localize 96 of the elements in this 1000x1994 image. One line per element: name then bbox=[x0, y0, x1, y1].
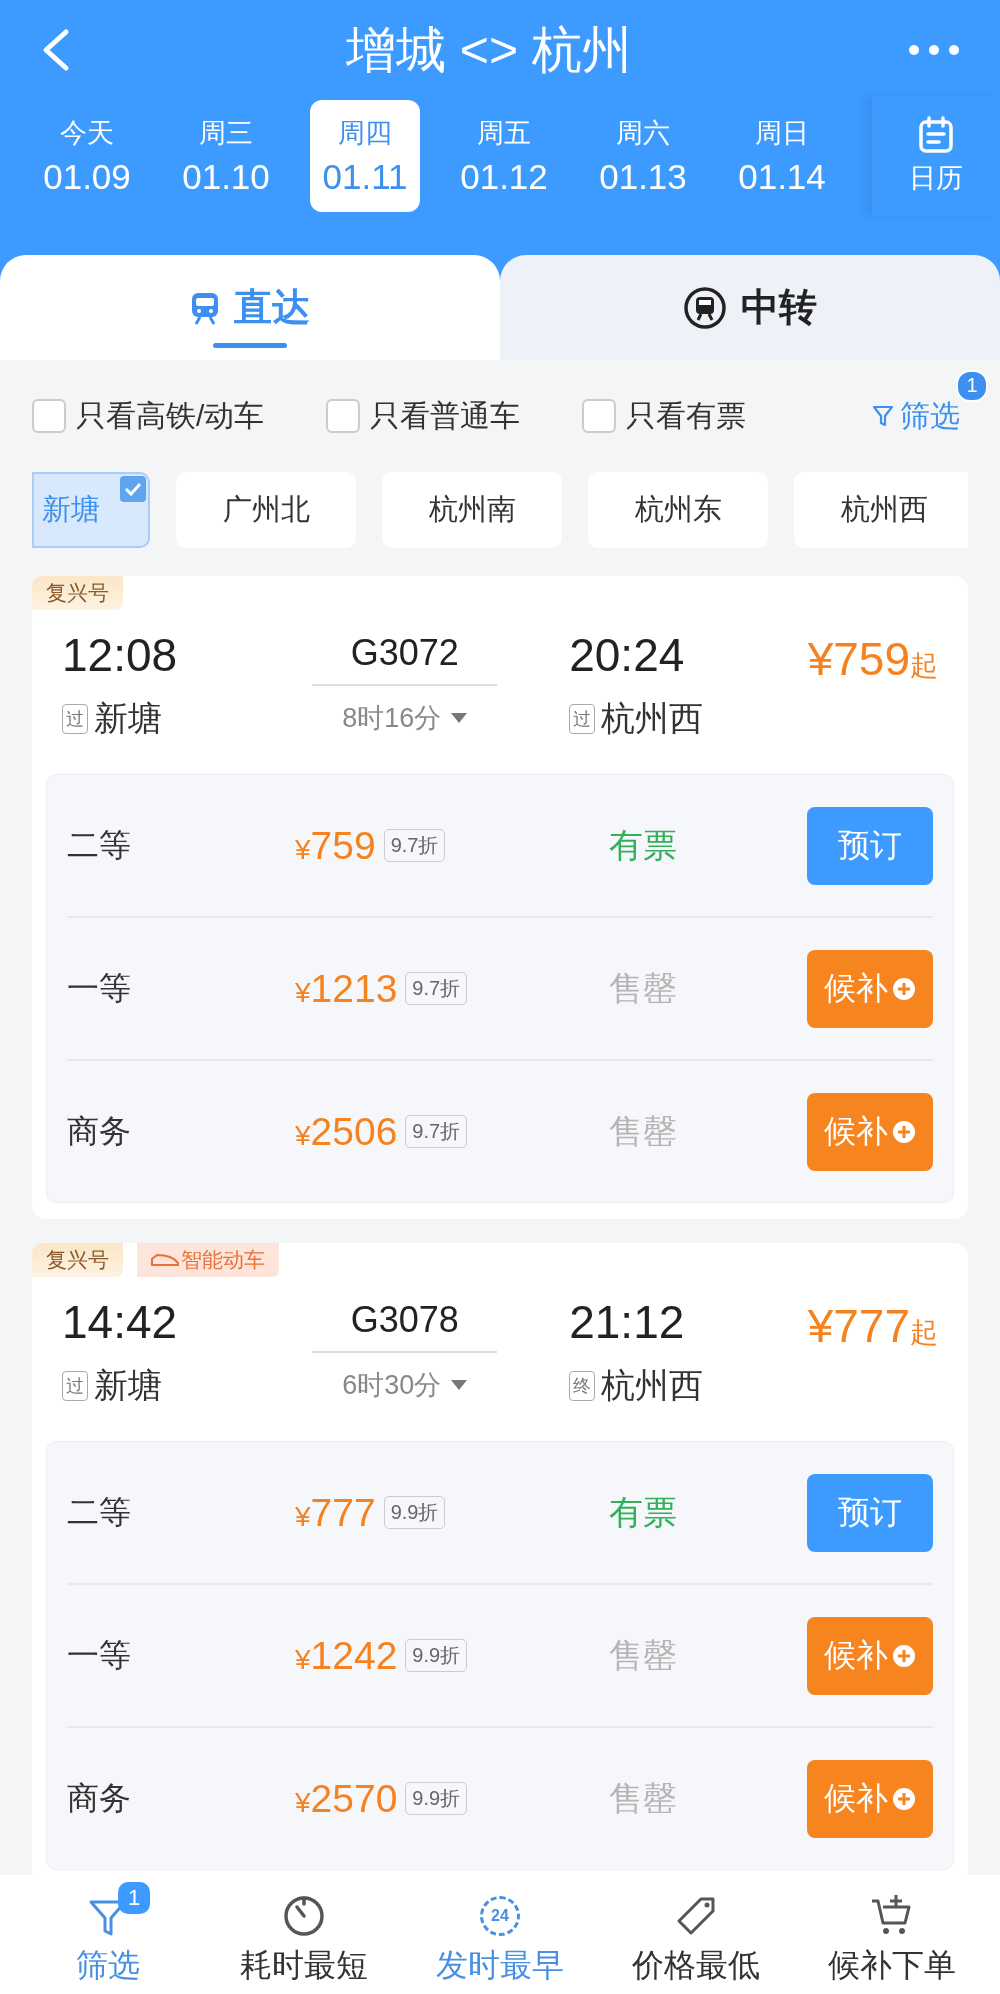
lowest-price: ¥777起 bbox=[807, 1299, 938, 1353]
bottom-tab[interactable]: 耗时最短 bbox=[214, 1875, 394, 1994]
date-tab[interactable]: 周五 01.12 bbox=[449, 100, 559, 212]
calendar-button[interactable]: 日历 bbox=[872, 96, 1000, 216]
ticket-status: 有票 bbox=[609, 824, 677, 866]
transfer-icon bbox=[683, 285, 727, 330]
discount-tag: 9.9折 bbox=[405, 1782, 468, 1815]
train-card[interactable]: 复兴号 智能动车 14:42 过 新塘 G3078 6时30分 21:12 终 杭州西 ¥777起 二等 ¥777 9.9折 有票 预订 一等 ¥1242 9.9折 售罄 候补 商务 ¥2570 9.9折 售罄 候补 bbox=[32, 1243, 968, 1875]
plus-icon bbox=[892, 976, 916, 1001]
discount-tag: 9.7折 bbox=[405, 972, 468, 1005]
discount-tag: 9.9折 bbox=[383, 1496, 446, 1529]
waitlist-button[interactable]: 候补 bbox=[807, 1092, 933, 1171]
seat-price: ¥1213 bbox=[295, 966, 398, 1011]
dropdown-icon bbox=[451, 1380, 468, 1390]
duration-dropdown[interactable]: 8时16分 bbox=[342, 700, 468, 736]
departure-station: 新塘 bbox=[94, 1365, 162, 1406]
station-mark: 终 bbox=[569, 1371, 596, 1401]
clock-icon: 24 bbox=[480, 1896, 520, 1936]
date-tab[interactable]: 周四 01.11 bbox=[310, 100, 420, 212]
arrival-time: 21:12 bbox=[569, 1295, 686, 1350]
stopwatch-icon bbox=[282, 1894, 326, 1938]
page-title: 增城 <> 杭州 bbox=[345, 20, 633, 80]
date-tab[interactable]: 周三 01.10 bbox=[171, 100, 281, 212]
book-button[interactable]: 预订 bbox=[807, 806, 933, 885]
ticket-status: 有票 bbox=[609, 1491, 677, 1533]
filter-checkbox[interactable]: 只看高铁/动车 bbox=[32, 395, 265, 437]
train-icon bbox=[190, 290, 220, 325]
seat-price: ¥777 bbox=[295, 1490, 376, 1535]
train-tag: 复兴号 bbox=[32, 576, 123, 610]
station-chip[interactable]: 杭州南 bbox=[382, 472, 562, 548]
seat-class: 一等 bbox=[67, 968, 132, 1008]
date-tab[interactable]: 周六 01.13 bbox=[588, 100, 698, 212]
dropdown-icon bbox=[451, 713, 468, 723]
count-badge: 1 bbox=[118, 1882, 150, 1914]
departure-time: 12:08 bbox=[62, 628, 179, 683]
mode-tab[interactable]: 直达 bbox=[0, 255, 500, 360]
plus-icon bbox=[892, 1786, 916, 1811]
date-tab[interactable]: 周日 01.14 bbox=[727, 100, 837, 212]
mode-tab[interactable]: 中转 bbox=[500, 255, 1000, 360]
station-chip[interactable]: 广州北 bbox=[176, 472, 356, 548]
ticket-status: 售罄 bbox=[609, 1634, 677, 1676]
seat-class: 商务 bbox=[67, 1111, 132, 1151]
calendar-icon bbox=[918, 116, 954, 154]
book-button[interactable]: 预订 bbox=[807, 1473, 933, 1552]
seat-class: 商务 bbox=[67, 1778, 132, 1818]
seat-class: 二等 bbox=[67, 825, 132, 865]
plus-icon bbox=[892, 1119, 916, 1144]
ticket-status: 售罄 bbox=[609, 967, 677, 1009]
bottom-tab[interactable]: 24 发时最早 bbox=[410, 1875, 590, 1994]
filter-checkbox[interactable]: 只看有票 bbox=[582, 395, 747, 437]
duration-dropdown[interactable]: 6时30分 bbox=[342, 1367, 468, 1403]
check-icon bbox=[120, 476, 146, 502]
arrival-time: 20:24 bbox=[569, 628, 686, 683]
plus-icon bbox=[892, 1643, 916, 1668]
departure-station: 新塘 bbox=[94, 698, 162, 739]
departure-time: 14:42 bbox=[62, 1295, 179, 1350]
discount-tag: 9.7折 bbox=[383, 829, 446, 862]
train-tag: 智能动车 bbox=[137, 1243, 279, 1277]
seat-class: 一等 bbox=[67, 1635, 132, 1675]
train-number: G3072 bbox=[350, 632, 459, 675]
station-mark: 过 bbox=[62, 1371, 88, 1401]
discount-tag: 9.9折 bbox=[405, 1639, 468, 1672]
train-tag: 复兴号 bbox=[32, 1243, 123, 1277]
ticket-status: 售罄 bbox=[609, 1777, 677, 1819]
discount-tag: 9.7折 bbox=[405, 1115, 468, 1148]
filter-icon bbox=[872, 404, 894, 428]
count-badge: 1 bbox=[956, 369, 988, 402]
filter-checkbox[interactable]: 只看普通车 bbox=[326, 395, 521, 437]
seat-price: ¥2570 bbox=[295, 1776, 398, 1821]
waitlist-button[interactable]: 候补 bbox=[807, 1616, 933, 1695]
checkbox[interactable] bbox=[32, 399, 66, 433]
date-tab[interactable]: 今天 01.09 bbox=[32, 100, 142, 212]
station-chip[interactable]: 新塘 bbox=[32, 472, 150, 548]
station-mark: 过 bbox=[569, 704, 596, 734]
bottom-tab[interactable]: 1 筛选 bbox=[18, 1875, 198, 1994]
waitlist-button[interactable]: 候补 bbox=[807, 949, 933, 1028]
bottom-tab[interactable]: 候补下单 bbox=[802, 1875, 982, 1994]
station-chip[interactable]: 杭州西 bbox=[794, 472, 968, 548]
train-number: G3078 bbox=[350, 1299, 459, 1342]
checkbox[interactable] bbox=[582, 399, 617, 433]
seat-price: ¥759 bbox=[295, 823, 376, 868]
station-mark: 过 bbox=[62, 704, 88, 734]
bottom-tab[interactable]: 价格最低 bbox=[606, 1875, 786, 1994]
station-chip[interactable]: 杭州东 bbox=[588, 472, 768, 548]
train-card[interactable]: 复兴号 12:08 过 新塘 G3072 8时16分 20:24 过 杭州西 ¥759起 二等 ¥759 9.7折 有票 预订 一等 ¥1213 9.7折 售罄 候补 商务 ¥2506 9.7折 售罄 候补 bbox=[32, 576, 968, 1219]
waitlist-button[interactable]: 候补 bbox=[807, 1759, 933, 1838]
checkbox[interactable] bbox=[326, 399, 361, 433]
ticket-status: 售罄 bbox=[609, 1110, 677, 1152]
seat-price: ¥2506 bbox=[295, 1109, 398, 1154]
arrival-station: 杭州西 bbox=[601, 698, 704, 739]
seat-class: 二等 bbox=[67, 1492, 132, 1532]
more-icon[interactable] bbox=[908, 44, 960, 56]
arrival-station: 杭州西 bbox=[601, 1365, 704, 1406]
train-icon bbox=[151, 1253, 179, 1267]
lowest-price: ¥759起 bbox=[807, 632, 938, 686]
seat-price: ¥1242 bbox=[295, 1633, 398, 1678]
